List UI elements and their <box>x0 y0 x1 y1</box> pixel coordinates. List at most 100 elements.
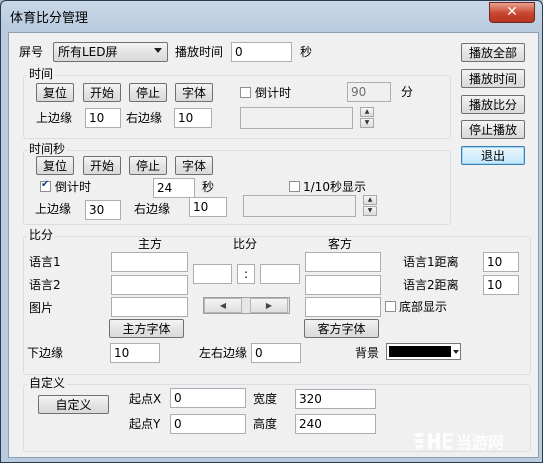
custom-group-label: 自定义 <box>27 376 68 390</box>
screen-label: 屏号 <box>19 45 44 59</box>
dialog-body: 屏号 所有LED屏 播放时间 0 秒 播放全部 播放时间 播放比分 停止播放 退… <box>8 32 539 458</box>
timesec-countdown-checkbox[interactable] <box>40 179 51 192</box>
score-away-input[interactable] <box>260 264 300 284</box>
background-label: 背景 <box>355 346 380 360</box>
away-header: 客方 <box>328 237 353 251</box>
width-label: 宽度 <box>253 392 278 406</box>
time-right-margin-input[interactable]: 10 <box>174 108 212 128</box>
background-color-picker[interactable] <box>386 343 461 360</box>
start-x-label: 起点X <box>129 392 162 406</box>
window-title: 体育比分管理 <box>10 11 89 26</box>
play-time-label: 播放时间 <box>175 45 224 59</box>
custom-button[interactable]: 自定义 <box>38 395 109 414</box>
watermark-text: 当游网 <box>456 433 505 452</box>
time-top-margin-input[interactable]: 10 <box>85 108 121 128</box>
width-input[interactable]: 320 <box>295 389 376 409</box>
time-minute-unit: 分 <box>401 85 414 99</box>
chevron-down-icon <box>154 48 162 53</box>
home-lang1-input[interactable] <box>111 252 188 272</box>
lang2-distance-label: 语言2距离 <box>403 278 459 292</box>
time-stop-button[interactable]: 停止 <box>129 83 167 102</box>
time-reset-button[interactable]: 复位 <box>36 83 74 102</box>
time-top-margin-label: 上边缘 <box>36 111 73 125</box>
close-button[interactable]: ✕ <box>489 2 535 23</box>
watermark: 当游网 <box>410 428 528 452</box>
time-start-button[interactable]: 开始 <box>83 83 121 102</box>
away-lang2-input[interactable] <box>305 275 381 295</box>
lr-margin-label: 左右边缘 <box>199 346 248 360</box>
score-home-input[interactable] <box>193 264 232 284</box>
lang1-distance-label: 语言1距离 <box>403 255 459 269</box>
play-score-button[interactable]: 播放比分 <box>461 95 525 114</box>
lr-margin-input[interactable]: 0 <box>251 343 301 363</box>
timesec-reset-button[interactable]: 复位 <box>36 156 74 175</box>
scroll-right-icon[interactable]: ▶ <box>250 298 288 313</box>
timesec-countdown-label: 倒计时 <box>55 180 92 194</box>
tenth-second-label: 1/10秒显示 <box>303 180 366 194</box>
stop-play-button[interactable]: 停止播放 <box>461 120 525 139</box>
bottom-display-label: 底部显示 <box>399 300 448 314</box>
time-spinner[interactable]: ▲ ▼ <box>360 107 374 129</box>
timesec-sec-unit: 秒 <box>202 180 215 194</box>
chevron-down-icon <box>453 350 459 354</box>
lang2-distance-input[interactable]: 10 <box>483 275 519 295</box>
bottom-display-checkbox[interactable] <box>385 301 396 312</box>
spin-down-icon[interactable]: ▼ <box>363 206 377 216</box>
start-x-input[interactable]: 0 <box>170 388 246 408</box>
lang2-label: 语言2 <box>29 278 61 292</box>
home-font-button[interactable]: 主方字体 <box>109 319 184 338</box>
timesec-right-margin-label: 右边缘 <box>134 202 171 216</box>
time-countdown-label: 倒计时 <box>255 86 292 100</box>
spin-down-icon[interactable]: ▼ <box>360 118 374 128</box>
play-time-button[interactable]: 播放时间 <box>461 69 525 88</box>
timesec-top-margin-input[interactable]: 30 <box>85 200 121 220</box>
play-all-button[interactable]: 播放全部 <box>461 43 525 62</box>
start-y-input[interactable]: 0 <box>170 414 246 434</box>
home-header: 主方 <box>138 237 163 251</box>
timesec-spinner[interactable]: ▲ ▼ <box>363 195 377 217</box>
timesec-font-button[interactable]: 字体 <box>175 156 213 175</box>
home-image-input[interactable] <box>111 297 188 317</box>
exit-button[interactable]: 退出 <box>461 146 525 165</box>
tenth-second-checkbox[interactable] <box>289 181 300 192</box>
score-separator: : <box>237 264 255 284</box>
image-label: 图片 <box>29 301 54 315</box>
lang1-distance-input[interactable]: 10 <box>483 252 519 272</box>
score-group-label: 比分 <box>27 228 56 242</box>
time-countdown-input[interactable]: 90 <box>347 82 391 102</box>
timesec-start-button[interactable]: 开始 <box>83 156 121 175</box>
time-right-margin-label: 右边缘 <box>126 111 163 125</box>
away-image-input[interactable] <box>305 297 381 317</box>
score-header: 比分 <box>233 237 258 251</box>
timesec-countdown-input[interactable]: 24 <box>153 178 195 198</box>
start-y-label: 起点Y <box>129 417 161 431</box>
score-scrollbar[interactable]: ◀ ▶ <box>203 297 290 314</box>
time-sec-group-label: 时间秒 <box>27 142 68 156</box>
screen-select-value: 所有LED屏 <box>58 45 118 59</box>
timesec-right-margin-input[interactable]: 10 <box>189 197 227 217</box>
time-display-field <box>240 107 353 129</box>
app-window: 体育比分管理 ✕ 屏号 所有LED屏 播放时间 0 秒 播放全部 播放时间 播放… <box>0 0 543 463</box>
away-lang1-input[interactable] <box>305 252 381 272</box>
background-color-swatch <box>389 346 451 357</box>
lang1-label: 语言1 <box>29 255 61 269</box>
time-group-label: 时间 <box>27 67 56 81</box>
height-label: 高度 <box>253 417 278 431</box>
spin-up-icon[interactable]: ▲ <box>363 195 377 205</box>
spin-up-icon[interactable]: ▲ <box>360 107 374 117</box>
bottom-margin-input[interactable]: 10 <box>110 343 160 363</box>
timesec-stop-button[interactable]: 停止 <box>129 156 167 175</box>
timesec-top-margin-label: 上边缘 <box>35 202 72 216</box>
timesec-display-field <box>243 195 356 217</box>
height-input[interactable]: 240 <box>295 414 376 434</box>
bottom-margin-label: 下边缘 <box>27 346 64 360</box>
home-lang2-input[interactable] <box>111 275 188 295</box>
away-font-button[interactable]: 客方字体 <box>304 319 379 338</box>
screen-select[interactable]: 所有LED屏 <box>53 42 168 62</box>
time-countdown-checkbox[interactable] <box>240 87 251 98</box>
play-time-unit: 秒 <box>300 45 313 59</box>
time-font-button[interactable]: 字体 <box>175 83 213 102</box>
play-time-input[interactable]: 0 <box>231 42 292 62</box>
title-bar[interactable]: 体育比分管理 ✕ <box>1 1 542 31</box>
scroll-left-icon[interactable]: ◀ <box>204 298 242 313</box>
